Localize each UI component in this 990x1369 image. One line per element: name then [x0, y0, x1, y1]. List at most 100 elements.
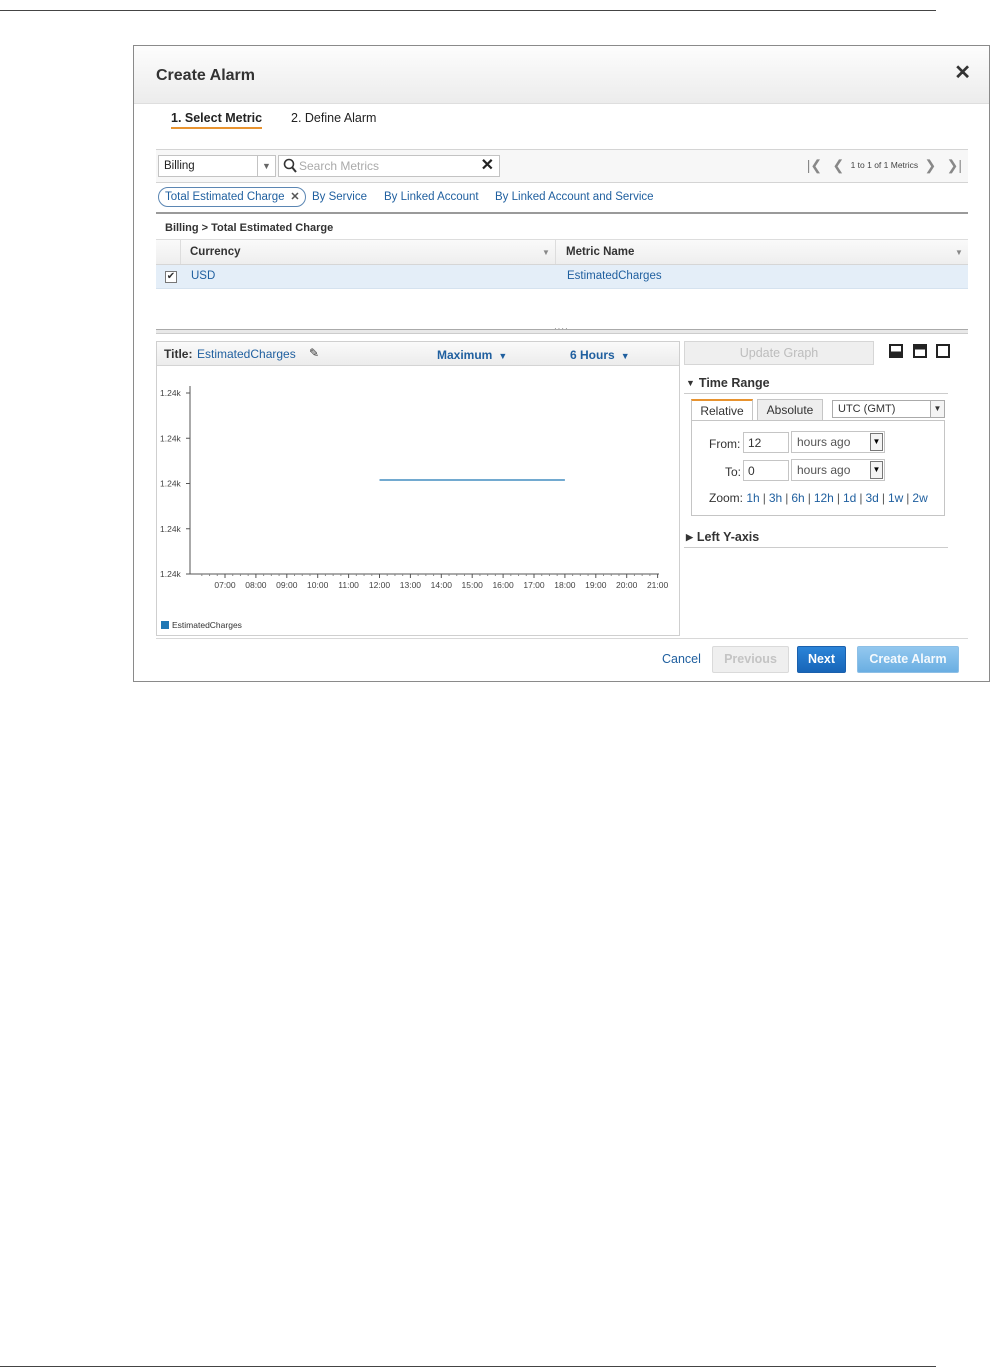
zoom-12h[interactable]: 12h: [814, 491, 834, 505]
first-page-icon[interactable]: |❮: [807, 158, 822, 172]
pagination: |❮ ❮ 1 to 1 of 1 Metrics ❯ ❯|: [803, 158, 966, 172]
from-label: From:: [709, 437, 741, 451]
update-graph-button[interactable]: Update Graph: [684, 341, 874, 365]
panel-splitter[interactable]: ····: [156, 324, 968, 334]
x-tick-label: 12:00: [369, 580, 391, 590]
chevron-down-icon: ▼: [498, 351, 508, 361]
tab-absolute[interactable]: Absolute: [757, 399, 823, 421]
time-range-box: Relative Absolute UTC (GMT) ▼ From: hours…: [691, 399, 945, 517]
column-header-currency[interactable]: Currency: [190, 246, 241, 258]
x-tick-label: 07:00: [214, 580, 236, 590]
x-tick-label: 16:00: [492, 580, 514, 590]
x-tick-label: 19:00: [585, 580, 607, 590]
zoom-1h[interactable]: 1h: [746, 491, 759, 505]
remove-filter-icon[interactable]: ✕: [290, 188, 299, 206]
timezone-select[interactable]: UTC (GMT) ▼: [832, 400, 945, 418]
next-page-icon[interactable]: ❯: [925, 158, 937, 172]
layout-top-icon[interactable]: [913, 344, 927, 358]
previous-button[interactable]: Previous: [712, 646, 789, 673]
graph-panel: Title: EstimatedCharges ✎ Maximum ▼ 6 Hou…: [156, 341, 680, 636]
chevron-down-icon[interactable]: ▼: [870, 461, 883, 479]
row-checkbox[interactable]: ✔: [165, 271, 177, 283]
graph-title-value[interactable]: EstimatedCharges: [197, 347, 296, 361]
last-page-icon[interactable]: ❯|: [947, 158, 962, 172]
metric-name-cell[interactable]: EstimatedCharges: [567, 270, 662, 282]
to-unit-select[interactable]: hours ago ▼: [791, 459, 885, 481]
caret-right-icon: ▶: [686, 532, 693, 542]
graph-header: Title: EstimatedCharges ✎ Maximum ▼ 6 Hou…: [157, 342, 679, 366]
zoom-2w[interactable]: 2w: [912, 491, 927, 505]
chart-legend: EstimatedCharges: [161, 620, 242, 630]
chevron-down-icon: ▼: [620, 351, 630, 361]
create-alarm-button[interactable]: Create Alarm: [857, 646, 959, 673]
y-tick-label: 1.24k: [160, 569, 182, 579]
search-input[interactable]: [299, 158, 474, 174]
metrics-toolbar: Billing ▼ ✕ |❮ ❮ 1 to 1 of 1 Metrics ❯ ❯…: [156, 149, 968, 183]
active-filter-chip[interactable]: Total Estimated Charge ✕: [158, 187, 306, 207]
zoom-1d[interactable]: 1d: [843, 491, 856, 505]
metrics-grid: Currency ▼ Metric Name ▼ ✔ USD Estimated…: [156, 240, 968, 289]
section-divider: [684, 547, 948, 548]
x-tick-label: 21:00: [647, 580, 669, 590]
column-divider: [555, 240, 556, 264]
active-filter-label: Total Estimated Charge: [165, 191, 285, 203]
clear-search-icon[interactable]: ✕: [481, 157, 494, 175]
x-tick-label: 10:00: [307, 580, 329, 590]
step-select-metric[interactable]: 1. Select Metric: [171, 111, 263, 129]
filter-by-linked-account-and-service[interactable]: By Linked Account and Service: [495, 191, 654, 203]
x-tick-label: 13:00: [400, 580, 422, 590]
x-tick-label: 08:00: [245, 580, 267, 590]
zoom-3d[interactable]: 3d: [865, 491, 878, 505]
y-tick-label: 1.24k: [160, 388, 182, 398]
period-value: 6 Hours: [570, 348, 615, 362]
column-header-metric-name[interactable]: Metric Name: [566, 246, 634, 258]
from-unit-value: hours ago: [797, 435, 851, 449]
chevron-down-icon[interactable]: ▼: [930, 401, 944, 417]
splitter-handle-icon[interactable]: ····: [554, 324, 569, 333]
currency-cell[interactable]: USD: [191, 270, 215, 282]
x-tick-label: 15:00: [462, 580, 484, 590]
dialog-header: Create Alarm ✕: [134, 46, 989, 104]
graph-options-panel: Update Graph ▼ Time Range Relative Absolu…: [684, 341, 968, 601]
step-define-alarm[interactable]: 2. Define Alarm: [291, 111, 376, 125]
zoom-1w[interactable]: 1w: [888, 491, 903, 505]
layout-bottom-icon[interactable]: [889, 344, 903, 358]
period-dropdown[interactable]: 6 Hours ▼: [570, 348, 630, 362]
x-tick-label: 11:00: [338, 580, 359, 590]
pager-text: 1 to 1 of 1 Metrics: [850, 160, 919, 170]
edit-pencil-icon[interactable]: ✎: [309, 346, 319, 360]
zoom-label: Zoom:: [709, 491, 744, 505]
dialog-title: Create Alarm: [156, 67, 256, 84]
zoom-6h[interactable]: 6h: [791, 491, 804, 505]
from-unit-select[interactable]: hours ago ▼: [791, 431, 885, 453]
to-input[interactable]: [743, 460, 789, 481]
chevron-down-icon[interactable]: ▼: [870, 433, 883, 451]
metric-chart: 1.24k 1.24k 1.24k 1.24k 1.24k 07:00 08:00 09:00…: [160, 386, 669, 590]
zoom-links: Zoom: 1h | 3h | 6h | 12h | 1d | 3d | 1w | 2w: [709, 491, 928, 505]
cancel-button[interactable]: Cancel: [662, 652, 701, 666]
layout-full-icon[interactable]: [936, 344, 950, 358]
statistic-dropdown[interactable]: Maximum ▼: [437, 348, 507, 362]
next-button[interactable]: Next: [797, 646, 846, 673]
filter-by-service[interactable]: By Service: [312, 191, 367, 203]
zoom-3h[interactable]: 3h: [769, 491, 782, 505]
to-label: To:: [725, 465, 742, 479]
from-input[interactable]: [743, 432, 789, 453]
y-tick-label: 1.24k: [160, 524, 182, 534]
namespace-select[interactable]: Billing ▼: [158, 155, 276, 177]
chevron-down-icon[interactable]: ▼: [257, 156, 275, 176]
close-icon[interactable]: ✕: [954, 63, 971, 83]
sort-icon[interactable]: ▼: [542, 248, 550, 257]
filter-by-linked-account[interactable]: By Linked Account: [384, 191, 479, 203]
footer-divider: [156, 638, 968, 639]
prev-page-icon[interactable]: ❮: [832, 158, 844, 172]
table-row[interactable]: ✔ USD EstimatedCharges: [156, 265, 968, 289]
time-range-toggle[interactable]: ▼ Time Range: [686, 376, 770, 390]
sort-icon[interactable]: ▼: [955, 248, 963, 257]
tab-relative[interactable]: Relative: [691, 399, 753, 421]
left-y-axis-toggle[interactable]: ▶ Left Y-axis: [686, 530, 759, 544]
left-y-axis-title: Left Y-axis: [696, 530, 760, 544]
time-range-title: Time Range: [698, 376, 770, 390]
legend-label: EstimatedCharges: [172, 620, 242, 630]
search-icon: [283, 158, 297, 177]
